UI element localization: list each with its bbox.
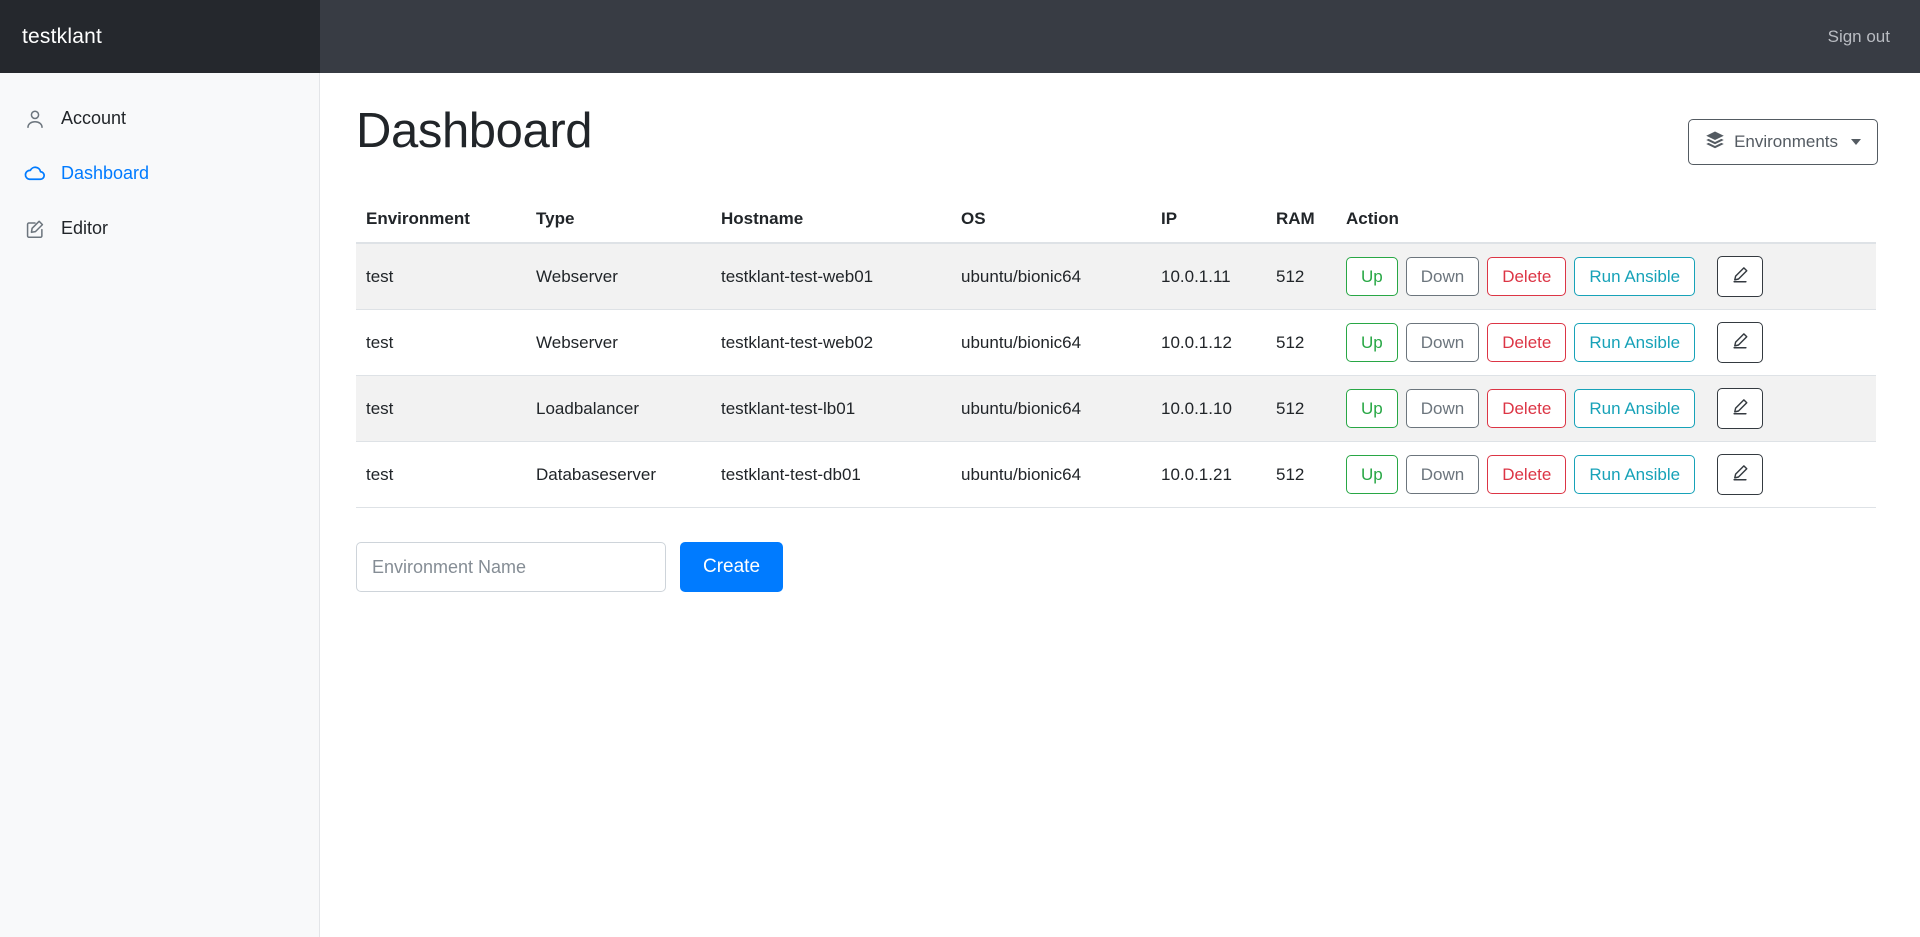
down-button[interactable]: Down <box>1405 323 1480 362</box>
cell-environment: test <box>356 309 526 376</box>
column-header-os: OS <box>951 209 1151 244</box>
cell-ip: 10.0.1.10 <box>1151 375 1266 442</box>
delete-button[interactable]: Delete <box>1487 389 1567 428</box>
down-button[interactable]: Down <box>1405 455 1480 494</box>
sidebar-item-label-account: Account <box>61 108 127 128</box>
cell-ram: 512 <box>1266 243 1336 310</box>
column-header-action: Action <box>1336 209 1876 244</box>
brand-logo[interactable]: testklant <box>0 0 320 73</box>
cell-environment: test <box>356 375 526 442</box>
cell-os: ubuntu/bionic64 <box>951 309 1151 376</box>
column-header-environment: Environment <box>356 209 526 244</box>
cell-actions: Up Down Delete Run Ansible <box>1336 309 1876 376</box>
cell-environment: test <box>356 441 526 508</box>
environments-dropdown-button[interactable]: Environments <box>1688 119 1878 165</box>
page-title: Dashboard <box>356 104 593 158</box>
cloud-icon <box>22 161 48 187</box>
edit-button[interactable] <box>1717 388 1764 429</box>
cell-type: Webserver <box>526 243 711 310</box>
brand-label: testklant <box>22 24 103 48</box>
delete-button[interactable]: Delete <box>1487 455 1567 494</box>
servers-table-head: Environment Type Hostname OS IP RAM Acti… <box>356 209 1876 244</box>
cell-os: ubuntu/bionic64 <box>951 243 1151 310</box>
edit-button[interactable] <box>1717 454 1764 495</box>
cell-hostname: testklant-test-lb01 <box>711 375 951 442</box>
column-header-type: Type <box>526 209 711 244</box>
down-button[interactable]: Down <box>1405 257 1480 296</box>
up-button[interactable]: Up <box>1346 257 1398 296</box>
pencil-square-icon <box>22 216 48 242</box>
pencil-icon <box>1730 265 1750 288</box>
chevron-down-icon <box>1851 139 1861 145</box>
cell-ram: 512 <box>1266 309 1336 376</box>
row-action-group: Up Down Delete Run Ansible <box>1346 256 1866 297</box>
up-button[interactable]: Up <box>1346 389 1398 428</box>
create-button[interactable]: Create <box>680 542 784 592</box>
cell-os: ubuntu/bionic64 <box>951 375 1151 442</box>
cell-actions: Up Down Delete Run Ansible <box>1336 243 1876 310</box>
app-root: testklant Sign out Account Dashboard Edi… <box>0 0 1920 937</box>
column-header-ram: RAM <box>1266 209 1336 244</box>
row-action-group: Up Down Delete Run Ansible <box>1346 388 1866 429</box>
cell-actions: Up Down Delete Run Ansible <box>1336 441 1876 508</box>
delete-button[interactable]: Delete <box>1487 323 1567 362</box>
column-header-ip: IP <box>1151 209 1266 244</box>
cell-type: Webserver <box>526 309 711 376</box>
run-ansible-button[interactable]: Run Ansible <box>1574 455 1696 494</box>
edit-button[interactable] <box>1717 256 1764 297</box>
servers-table: Environment Type Hostname OS IP RAM Acti… <box>356 209 1876 508</box>
sidebar-item-account[interactable]: Account <box>0 91 319 146</box>
top-navbar: testklant Sign out <box>0 0 1920 73</box>
cell-environment: test <box>356 243 526 310</box>
sidebar-item-label-editor: Editor <box>61 218 109 238</box>
pencil-icon <box>1730 331 1750 354</box>
column-header-hostname: Hostname <box>711 209 951 244</box>
sidebar-item-label-dashboard: Dashboard <box>61 163 150 183</box>
table-header-row: Environment Type Hostname OS IP RAM Acti… <box>356 209 1876 244</box>
row-action-group: Up Down Delete Run Ansible <box>1346 454 1866 495</box>
run-ansible-button[interactable]: Run Ansible <box>1574 389 1696 428</box>
delete-button[interactable]: Delete <box>1487 257 1567 296</box>
servers-table-wrapper: Environment Type Hostname OS IP RAM Acti… <box>356 209 1878 508</box>
cell-actions: Up Down Delete Run Ansible <box>1336 375 1876 442</box>
cell-type: Databaseserver <box>526 441 711 508</box>
cell-hostname: testklant-test-db01 <box>711 441 951 508</box>
servers-table-body: test Webserver testklant-test-web01 ubuntu/… <box>356 243 1876 508</box>
navbar-right-actions: Sign out <box>320 21 1920 53</box>
create-environment-form: Create <box>356 542 1878 592</box>
up-button[interactable]: Up <box>1346 323 1398 362</box>
cell-hostname: testklant-test-web01 <box>711 243 951 310</box>
table-row: test Databaseserver testklant-test-db01 ubu… <box>356 441 1876 508</box>
pencil-icon <box>1730 463 1750 486</box>
up-button[interactable]: Up <box>1346 455 1398 494</box>
cell-ram: 512 <box>1266 441 1336 508</box>
person-icon <box>22 106 48 132</box>
cell-ip: 10.0.1.12 <box>1151 309 1266 376</box>
sidebar-item-dashboard[interactable]: Dashboard <box>0 146 319 201</box>
layers-icon <box>1705 130 1725 155</box>
run-ansible-button[interactable]: Run Ansible <box>1574 323 1696 362</box>
page-header: Dashboard Environments <box>356 97 1878 165</box>
table-row: test Webserver testklant-test-web02 ubuntu/… <box>356 309 1876 376</box>
environment-name-input[interactable] <box>356 542 666 592</box>
cell-os: ubuntu/bionic64 <box>951 441 1151 508</box>
down-button[interactable]: Down <box>1405 389 1480 428</box>
sidebar-item-editor[interactable]: Editor <box>0 201 319 256</box>
cell-ram: 512 <box>1266 375 1336 442</box>
environments-dropdown-label: Environments <box>1734 132 1838 151</box>
pencil-icon <box>1730 397 1750 420</box>
table-row: test Webserver testklant-test-web01 ubuntu/… <box>356 243 1876 310</box>
edit-button[interactable] <box>1717 322 1764 363</box>
main-content: Dashboard Environments Environment Type … <box>320 73 1920 937</box>
row-action-group: Up Down Delete Run Ansible <box>1346 322 1866 363</box>
cell-ip: 10.0.1.11 <box>1151 243 1266 310</box>
sidebar: Account Dashboard Editor <box>0 73 320 937</box>
cell-type: Loadbalancer <box>526 375 711 442</box>
cell-ip: 10.0.1.21 <box>1151 441 1266 508</box>
run-ansible-button[interactable]: Run Ansible <box>1574 257 1696 296</box>
cell-hostname: testklant-test-web02 <box>711 309 951 376</box>
table-row: test Loadbalancer testklant-test-lb01 ubunt… <box>356 375 1876 442</box>
sign-out-link[interactable]: Sign out <box>1826 21 1892 53</box>
